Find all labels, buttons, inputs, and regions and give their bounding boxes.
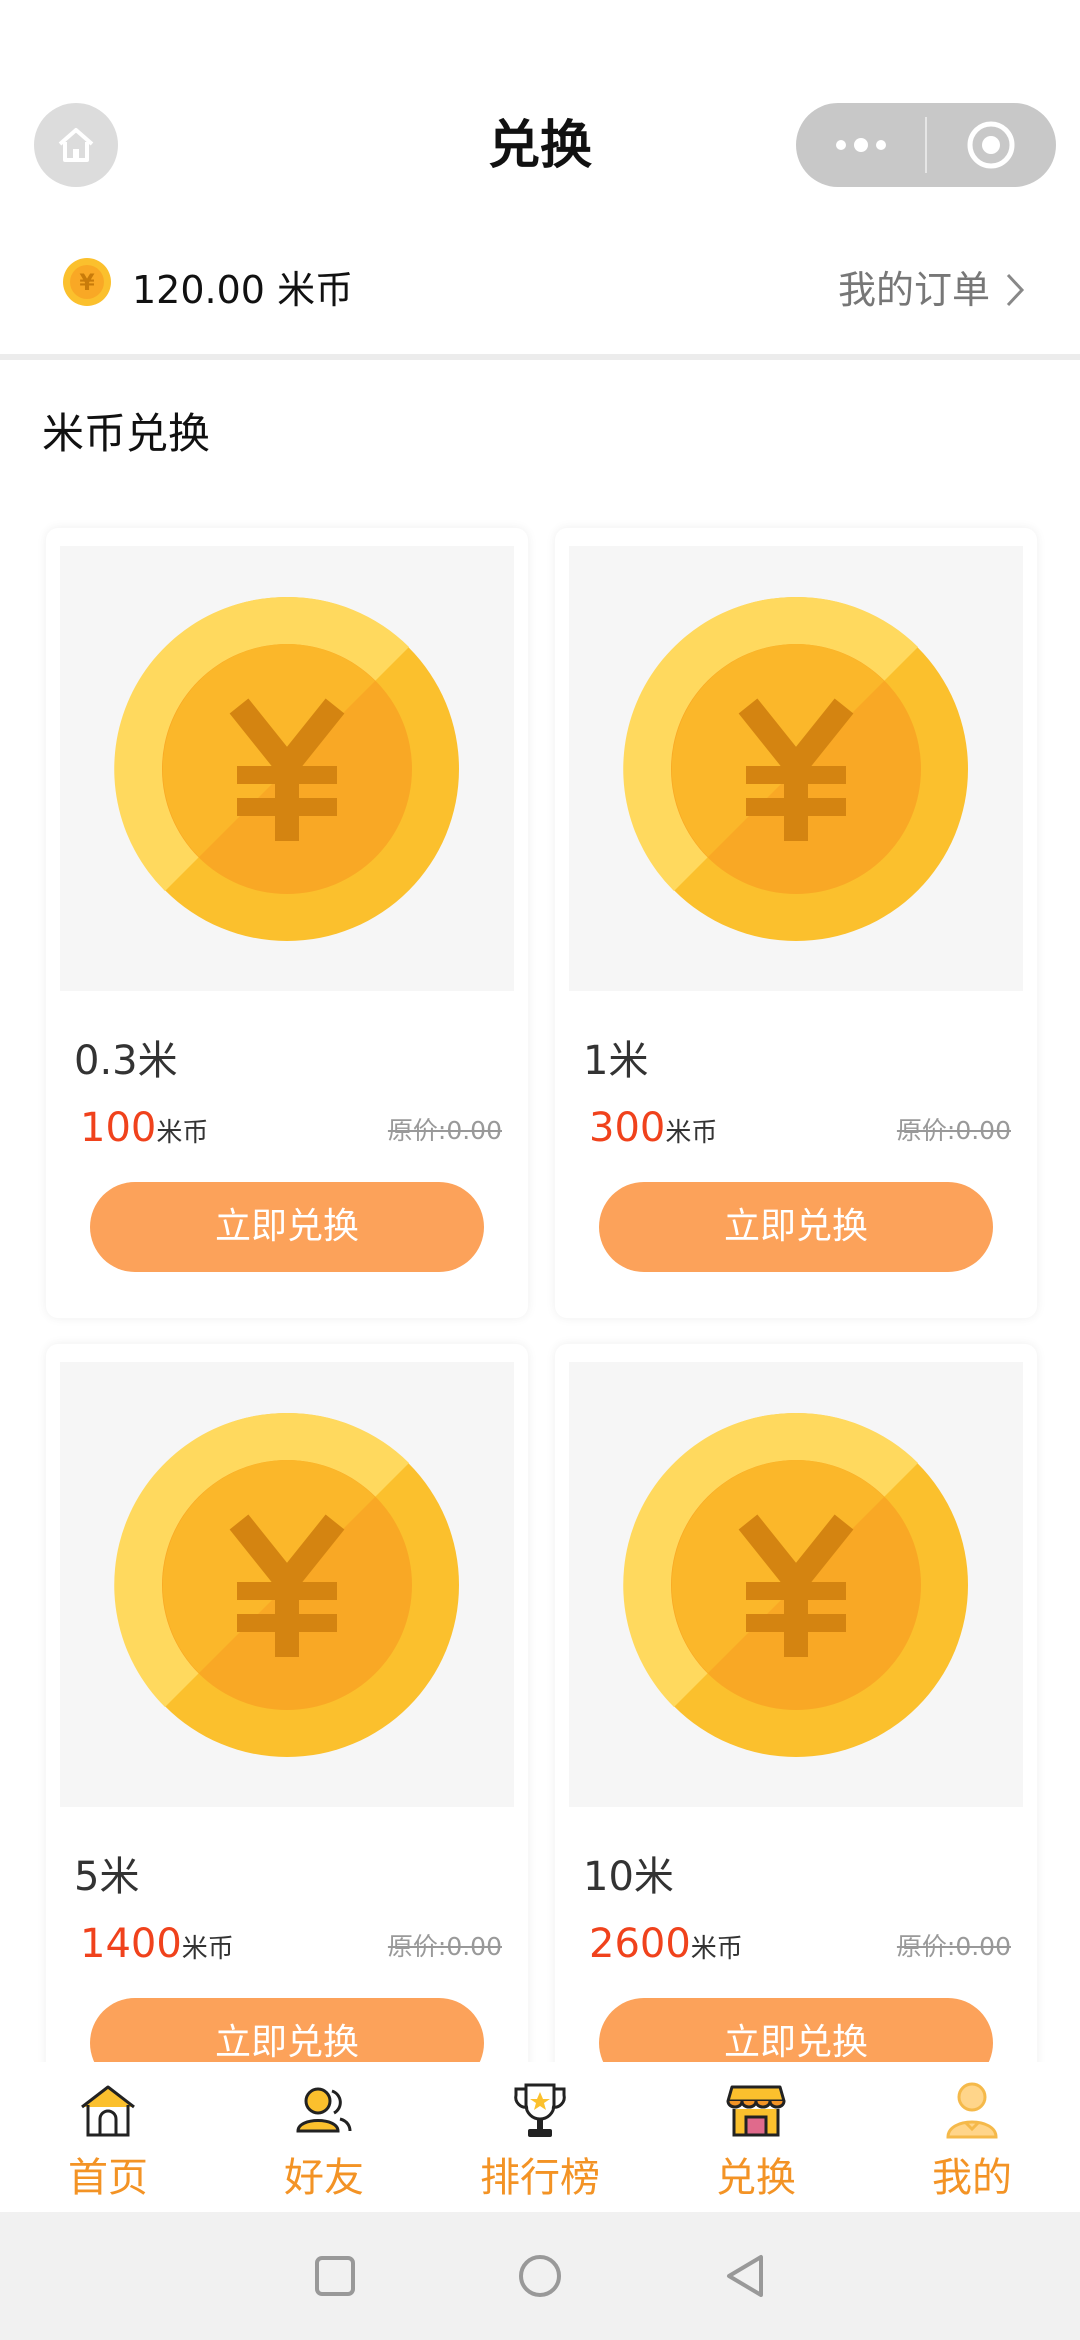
tab-label: 好友: [284, 2155, 364, 2201]
tab-label: 兑换: [716, 2155, 796, 2201]
redeem-button[interactable]: 立即兑换: [90, 1182, 484, 1272]
back-triangle-icon[interactable]: [723, 2253, 767, 2299]
section-title: 米币兑换: [42, 409, 211, 458]
my-orders-label: 我的订单: [837, 268, 990, 312]
home-circle-icon[interactable]: [517, 2253, 563, 2299]
coin-icon: ¥: [63, 258, 111, 306]
original-price: 原价:0.00: [896, 1116, 1011, 1145]
product-price: 100米币: [80, 1098, 208, 1166]
product-name: 1米: [583, 1038, 649, 1084]
chevron-right-icon: [1006, 273, 1025, 307]
my-orders-link[interactable]: 我的订单: [838, 262, 1026, 318]
close-button[interactable]: [927, 103, 1056, 187]
balance-row: ¥ 120.00 米币 我的订单: [0, 240, 1080, 356]
profile-icon: [942, 2080, 1002, 2142]
balance-display: 120.00 米币: [132, 262, 353, 318]
original-price: 原价:0.00: [387, 1932, 502, 1961]
yuan-coin-icon: [623, 1412, 968, 1757]
yuan-coin-icon: [114, 596, 459, 941]
system-nav-bar: [0, 2212, 1080, 2340]
product-name: 10米: [583, 1854, 674, 1900]
price-value: 2600: [589, 1921, 691, 1967]
mini-program-capsule: [796, 103, 1056, 187]
product-image: [60, 546, 514, 991]
product-name: 0.3米: [74, 1038, 178, 1084]
product-card[interactable]: 1米 300米币 原价:0.00 立即兑换: [555, 528, 1037, 1318]
product-card[interactable]: 10米 2600米币 原价:0.00 立即兑换: [555, 1344, 1037, 2134]
trophy-icon: [510, 2080, 570, 2142]
product-card[interactable]: 5米 1400米币 原价:0.00 立即兑换: [46, 1344, 528, 2134]
product-price: 300米币: [589, 1098, 717, 1166]
price-value: 300: [589, 1105, 666, 1151]
product-card[interactable]: 0.3米 100米币 原价:0.00 立即兑换: [46, 528, 528, 1318]
tab-ranking[interactable]: 排行榜: [432, 2062, 648, 2212]
bottom-tab-bar: 首页 好友 排行榜 兑换 我的: [0, 2062, 1080, 2212]
friends-icon: [294, 2080, 354, 2142]
product-image: [60, 1362, 514, 1807]
yuan-coin-icon: [623, 596, 968, 941]
balance-unit: 米币: [277, 268, 354, 312]
more-button[interactable]: [796, 103, 925, 187]
tab-friends[interactable]: 好友: [216, 2062, 432, 2212]
product-name: 5米: [74, 1854, 140, 1900]
price-value: 1400: [80, 1921, 182, 1967]
price-unit: 米币: [665, 1118, 718, 1148]
tab-profile[interactable]: 我的: [864, 2062, 1080, 2212]
redeem-button[interactable]: 立即兑换: [599, 1182, 993, 1272]
divider: [0, 354, 1080, 360]
recent-apps-icon[interactable]: [313, 2254, 357, 2298]
balance-amount: 120.00: [132, 268, 265, 312]
product-image: [569, 1362, 1023, 1807]
home-icon: [78, 2080, 138, 2142]
tab-label: 我的: [932, 2155, 1012, 2201]
price-value: 100: [80, 1105, 157, 1151]
tab-label: 排行榜: [480, 2155, 600, 2201]
price-unit: 米币: [690, 1934, 743, 1964]
tab-home[interactable]: 首页: [0, 2062, 216, 2212]
more-dots-icon: [835, 138, 886, 152]
price-unit: 米币: [181, 1934, 234, 1964]
exchange-page: 兑换 ¥ 120.00 米币 我的订单 米币兑换 0.3米 100米币 原价:0…: [0, 0, 1080, 2340]
product-image: [569, 546, 1023, 991]
yuan-coin-icon: [114, 1412, 459, 1757]
shop-icon: [726, 2080, 786, 2142]
price-unit: 米币: [156, 1118, 209, 1148]
original-price: 原价:0.00: [387, 1116, 502, 1145]
tab-exchange[interactable]: 兑换: [648, 2062, 864, 2212]
svg-text:¥: ¥: [79, 271, 95, 296]
product-price: 2600米币: [589, 1914, 743, 1982]
product-price: 1400米币: [80, 1914, 234, 1982]
target-circle-icon: [967, 121, 1015, 169]
original-price: 原价:0.00: [896, 1932, 1011, 1961]
tab-label: 首页: [68, 2155, 148, 2201]
